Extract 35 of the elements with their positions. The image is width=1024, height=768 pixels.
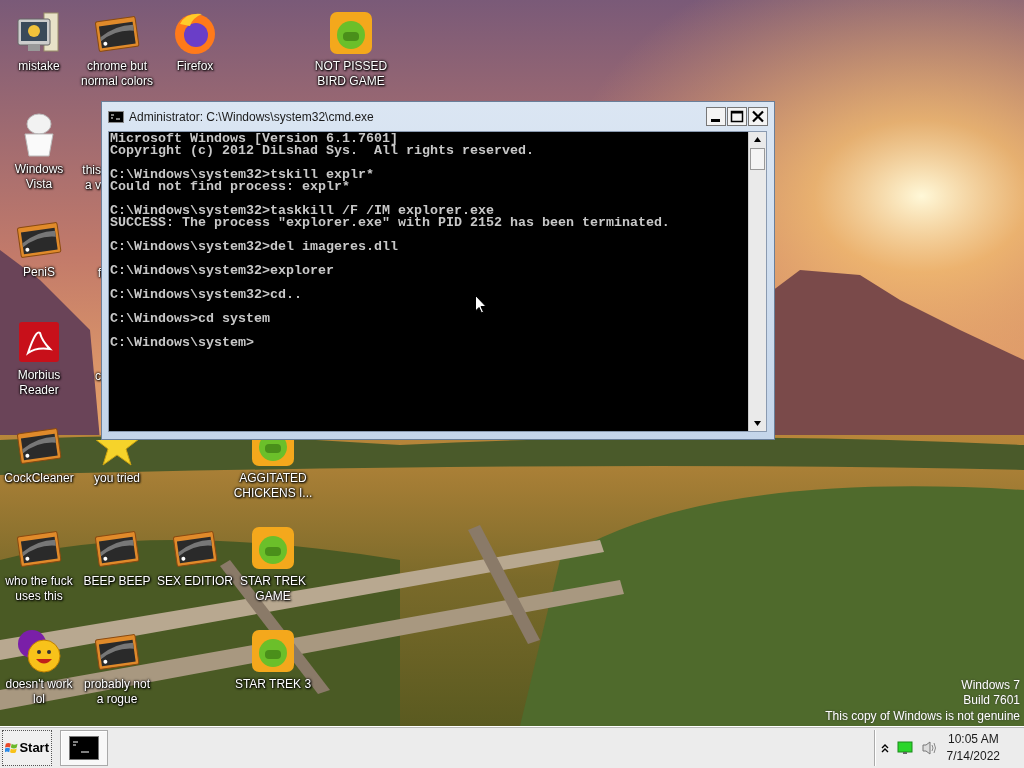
console-line: SUCCESS: The process "explorer.exe" with PID 2152 has been terminated.: [110, 217, 671, 229]
console-line: C:\Windows\system32>cd..: [110, 289, 303, 301]
watermark-text: Build 7601: [962, 693, 1020, 709]
icon-label[interactable]: chrome but normal colors: [81, 59, 153, 89]
console-line: Could not find process: explr*: [110, 181, 350, 193]
clock-time[interactable]: 10:05 AM: [946, 730, 1000, 748]
console-line: C:\Windows\system32>explorer: [110, 265, 335, 277]
icon-label[interactable]: Windows Vista: [14, 162, 64, 192]
icon-label[interactable]: this a v: [82, 163, 101, 193]
console-line: C:\Windows\system>: [110, 337, 255, 349]
icon-label[interactable]: STAR TREK 3: [234, 677, 312, 692]
icon-label[interactable]: who the fuck uses this: [5, 574, 73, 604]
watermark-text: This copy of Windows is not genuine: [825, 708, 1020, 724]
icon-label[interactable]: SEX EDITIOR: [157, 574, 233, 589]
icon-label[interactable]: Firefox: [176, 59, 214, 74]
icon-label[interactable]: mistake: [18, 59, 60, 74]
console-line: C:\Windows\system32>taskkill /F /IM explorer.exe: [110, 205, 494, 217]
icon-label[interactable]: CockCleaner: [4, 471, 74, 486]
icon-label[interactable]: NOT PISSED BIRD GAME: [314, 59, 388, 89]
window-title: Administrator: C:\Windows\system32\cmd.exe: [129, 109, 375, 124]
console-line: Copyright (c) 2012 DiLshad Sys. All rights reserved.: [110, 145, 535, 157]
console-line: Microsoft Windows [Version 6.1.7601]: [110, 133, 399, 145]
watermark-text: Windows 7: [960, 677, 1020, 693]
console-line: C:\Windows\system32>tskill explr*: [110, 169, 375, 181]
icon-label[interactable]: Morbius Reader: [17, 368, 61, 398]
icon-label[interactable]: you tried: [94, 471, 140, 486]
icon-label[interactable]: AGGITATED CHICKENS I...: [233, 471, 313, 501]
icon-label[interactable]: BEEP BEEP: [83, 574, 151, 589]
start-button[interactable]: Start: [2, 729, 52, 766]
console-line: C:\Windows>cd system: [110, 313, 271, 325]
icon-label[interactable]: probably not a rogue: [83, 677, 150, 707]
clock-date[interactable]: 7/14/2022: [946, 747, 1000, 765]
icon-label[interactable]: doesn't work lol: [5, 677, 73, 707]
console-line: C:\Windows\system32>del imageres.dll: [110, 241, 399, 253]
icon-label[interactable]: f: [97, 266, 101, 281]
